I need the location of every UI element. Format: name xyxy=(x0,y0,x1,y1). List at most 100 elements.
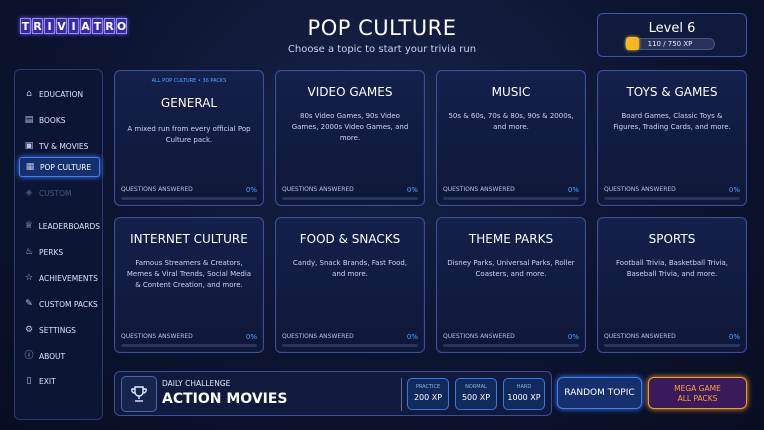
edit-icon: ✎ xyxy=(25,299,33,309)
sidebar-item-perks[interactable]: ♨ PERKS xyxy=(19,242,100,262)
card-description: Football Trivia, Basketball Trivia, Base… xyxy=(616,259,728,278)
daily-challenge-panel[interactable]: DAILY CHALLENGE ACTION MOVIES PRACTICE 2… xyxy=(114,371,552,416)
progress-bar xyxy=(604,197,740,200)
hard-difficulty-button[interactable]: HARD 1000 XP xyxy=(503,378,545,410)
sidebar-item-label: POP CULTURE xyxy=(40,162,92,172)
xp-coin-icon xyxy=(626,37,639,50)
topic-card-music[interactable]: MUSIC 50s & 60s, 70s & 80s, 90s & 2000s, … xyxy=(436,70,586,206)
flame-icon: ♨ xyxy=(24,247,34,257)
film-icon: ▣ xyxy=(24,141,34,151)
card-eyebrow: ALL POP CULTURE • 36 PACKS xyxy=(151,78,227,84)
sidebar-item-pop-culture[interactable]: ▦ POP CULTURE xyxy=(19,157,100,177)
random-topic-button[interactable]: RANDOM TOPIC xyxy=(557,377,642,409)
topic-card-theme-parks[interactable]: THEME PARKS Disney Parks, Universal Parks… xyxy=(436,217,586,353)
trophy-icon xyxy=(121,376,157,412)
mega-game-sublabel: ALL PACKS xyxy=(677,394,718,403)
sidebar-item-leaderboards[interactable]: ♕ LEADERBOARDS xyxy=(19,216,100,236)
questions-answered-label: QUESTIONS ANSWERED xyxy=(604,333,676,340)
topic-card-sports[interactable]: SPORTS Football Trivia, Basketball Trivia… xyxy=(597,217,747,353)
sidebar-item-books[interactable]: ▤ BOOKS xyxy=(19,110,100,130)
layers-icon: ◈ xyxy=(25,188,33,198)
topic-card-toys-games[interactable]: TOYS & GAMES Board Games, Classic Toys & … xyxy=(597,70,747,206)
sidebar-item-label: CUSTOM PACKS xyxy=(39,299,98,309)
card-description: A mixed run from every official Pop Cult… xyxy=(127,125,251,144)
questions-answered-percent: 0% xyxy=(728,186,740,194)
sidebar-item-settings[interactable]: ⚙ SETTINGS xyxy=(19,320,100,340)
topic-card-general[interactable]: ALL POP CULTURE • 36 PACKS GENERAL A mixed… xyxy=(114,70,264,206)
medal-icon: ☆ xyxy=(24,273,34,283)
topic-card-internet-culture[interactable]: INTERNET CULTURE Famous Streamers & Creat… xyxy=(114,217,264,353)
questions-answered-label: QUESTIONS ANSWERED xyxy=(604,186,676,193)
card-description: Famous Streamers & Creators, Memes & Vir… xyxy=(126,259,252,289)
questions-answered-label: QUESTIONS ANSWERED xyxy=(282,333,354,340)
card-title: FOOD & SNACKS xyxy=(299,232,401,246)
sidebar-item-achievements[interactable]: ☆ ACHIEVEMENTS xyxy=(19,268,100,288)
card-description: Candy, Snack Brands, Fast Food, and more… xyxy=(292,259,408,278)
questions-answered-label: QUESTIONS ANSWERED xyxy=(443,186,515,193)
card-title: VIDEO GAMES xyxy=(307,85,393,99)
mega-game-label: MEGA GAME xyxy=(674,384,721,393)
sidebar-item-label: BOOKS xyxy=(39,115,66,125)
difficulty-xp: 500 XP xyxy=(461,393,491,402)
sidebar-item-label: EXIT xyxy=(39,376,56,386)
difficulty-label: HARD xyxy=(516,384,532,390)
sidebar-item-education[interactable]: ⌂ EDUCATION xyxy=(19,84,100,104)
difficulty-label: PRACTICE xyxy=(415,384,441,390)
sidebar-item-tv-movies[interactable]: ▣ TV & MOVIES xyxy=(19,136,100,156)
progress-bar xyxy=(121,197,257,200)
questions-answered-percent: 0% xyxy=(567,186,579,194)
info-icon: ⓘ xyxy=(24,351,34,361)
questions-answered-percent: 0% xyxy=(245,186,257,194)
sidebar-item-custom: ◈ CUSTOM xyxy=(19,183,100,203)
questions-answered-percent: 0% xyxy=(728,333,740,341)
card-description: 80s Video Games, 90s Video Games, 2000s … xyxy=(291,112,409,142)
questions-answered-percent: 0% xyxy=(406,333,418,341)
progress-bar xyxy=(604,344,740,347)
progress-bar xyxy=(443,197,579,200)
card-title: GENERAL xyxy=(160,96,218,110)
progress-bar xyxy=(282,197,418,200)
card-description: Disney Parks, Universal Parks, Roller Co… xyxy=(447,259,575,278)
questions-answered-percent: 0% xyxy=(567,333,579,341)
topic-card-food-snacks[interactable]: FOOD & SNACKS Candy, Snack Brands, Fast F… xyxy=(275,217,425,353)
questions-answered-percent: 0% xyxy=(245,333,257,341)
xp-text: 110 / 750 XP xyxy=(647,40,693,48)
level-panel: Level 6 110 / 750 XP xyxy=(597,13,747,57)
progress-bar xyxy=(443,344,579,347)
card-title: MUSIC xyxy=(491,85,531,99)
card-title: INTERNET CULTURE xyxy=(130,232,248,246)
questions-answered-label: QUESTIONS ANSWERED xyxy=(443,333,515,340)
sidebar-item-label: PERKS xyxy=(39,247,64,257)
sidebar-item-exit[interactable]: ▯ EXIT xyxy=(19,371,100,391)
sidebar-item-label: TV & MOVIES xyxy=(39,141,89,151)
questions-answered-label: QUESTIONS ANSWERED xyxy=(282,186,354,193)
sidebar-item-label: CUSTOM xyxy=(39,188,72,198)
card-description: 50s & 60s, 70s & 80s, 90s & 2000s, and m… xyxy=(448,112,574,131)
card-title: THEME PARKS xyxy=(468,232,554,246)
sidebar-item-label: ABOUT xyxy=(39,351,66,361)
difficulty-xp: 1000 XP xyxy=(507,393,541,402)
card-description: Board Games, Classic Toys & Figures, Tra… xyxy=(613,112,731,131)
sidebar: ⌂ EDUCATION ▤ BOOKS ▣ TV & MOVIES ▦ POP CULTURE… xyxy=(14,69,103,420)
card-title: TOYS & GAMES xyxy=(626,85,718,99)
questions-answered-label: QUESTIONS ANSWERED xyxy=(121,186,193,193)
progress-bar xyxy=(121,344,257,347)
card-title: SPORTS xyxy=(648,232,696,246)
divider xyxy=(401,378,402,411)
topic-card-video-games[interactable]: VIDEO GAMES 80s Video Games, 90s Video Ga… xyxy=(275,70,425,206)
trophy-icon: ♕ xyxy=(24,221,33,231)
progress-bar xyxy=(282,344,418,347)
book-icon: ▤ xyxy=(24,115,34,125)
exit-door-icon: ▯ xyxy=(26,376,32,386)
sidebar-item-label: SETTINGS xyxy=(39,325,76,335)
daily-challenge-label: DAILY CHALLENGE xyxy=(162,379,231,388)
sidebar-item-custom-packs[interactable]: ✎ CUSTOM PACKS xyxy=(19,294,100,314)
questions-answered-label: QUESTIONS ANSWERED xyxy=(121,333,193,340)
level-label: Level 6 xyxy=(648,21,696,36)
normal-difficulty-button[interactable]: NORMAL 500 XP xyxy=(455,378,497,410)
practice-difficulty-button[interactable]: PRACTICE 200 XP xyxy=(407,378,449,410)
sidebar-item-about[interactable]: ⓘ ABOUT xyxy=(19,346,100,366)
graduation-cap-icon: ⌂ xyxy=(26,89,32,99)
pop-culture-icon: ▦ xyxy=(25,162,35,172)
mega-game-button[interactable]: MEGA GAME ALL PACKS xyxy=(648,377,747,409)
